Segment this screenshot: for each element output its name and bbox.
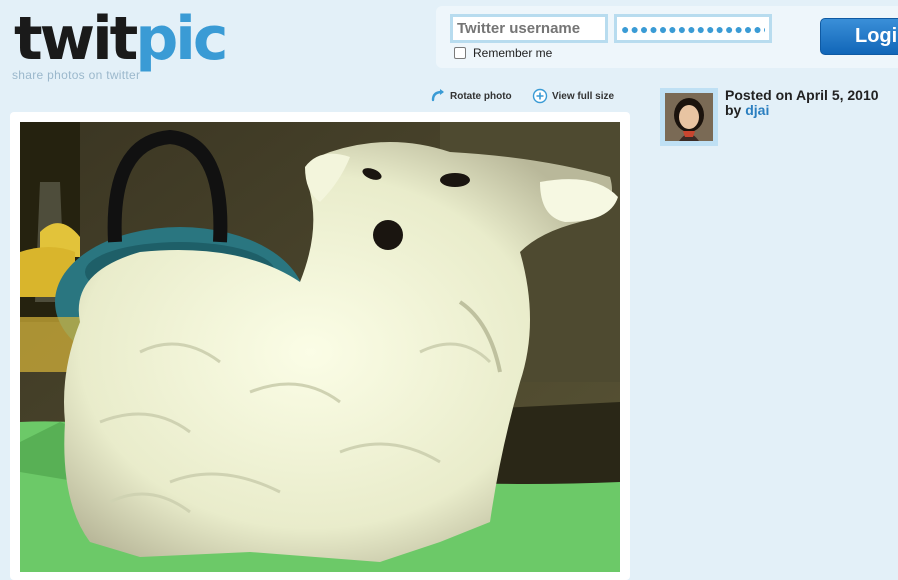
remember-me[interactable]: Remember me bbox=[454, 46, 552, 60]
author-link[interactable]: djai bbox=[745, 102, 769, 118]
logo-word-primary: twit bbox=[14, 4, 138, 74]
lamb-cake-photo[interactable] bbox=[20, 122, 620, 572]
plus-circle-icon bbox=[532, 88, 548, 104]
view-full-size-label: View full size bbox=[552, 90, 615, 102]
logo-tagline: share photos on twitter bbox=[12, 68, 141, 82]
remember-me-checkbox[interactable] bbox=[454, 47, 466, 59]
logo-wordmark: twitpic bbox=[14, 4, 228, 74]
rotate-photo-link[interactable]: Rotate photo bbox=[430, 88, 512, 104]
photo-frame bbox=[10, 112, 630, 580]
logo-word-secondary: pic bbox=[135, 4, 228, 74]
avatar-image bbox=[665, 93, 713, 141]
twitpic-logo[interactable]: twitpic share photos on twitter bbox=[12, 6, 242, 86]
remember-me-label: Remember me bbox=[473, 46, 553, 60]
rotate-photo-label: Rotate photo bbox=[450, 90, 512, 102]
login-button[interactable]: Login bbox=[820, 18, 898, 55]
password-input[interactable] bbox=[614, 14, 772, 43]
by-prefix: by bbox=[725, 102, 742, 118]
header: twitpic share photos on twitter Remember… bbox=[0, 0, 898, 90]
username-input[interactable] bbox=[450, 14, 608, 43]
author-avatar[interactable] bbox=[660, 88, 718, 146]
posted-by: by djai bbox=[725, 103, 769, 118]
view-full-size-link[interactable]: View full size bbox=[532, 88, 614, 104]
posted-date: Posted on April 5, 2010 bbox=[725, 87, 879, 103]
rotate-icon bbox=[431, 89, 444, 102]
